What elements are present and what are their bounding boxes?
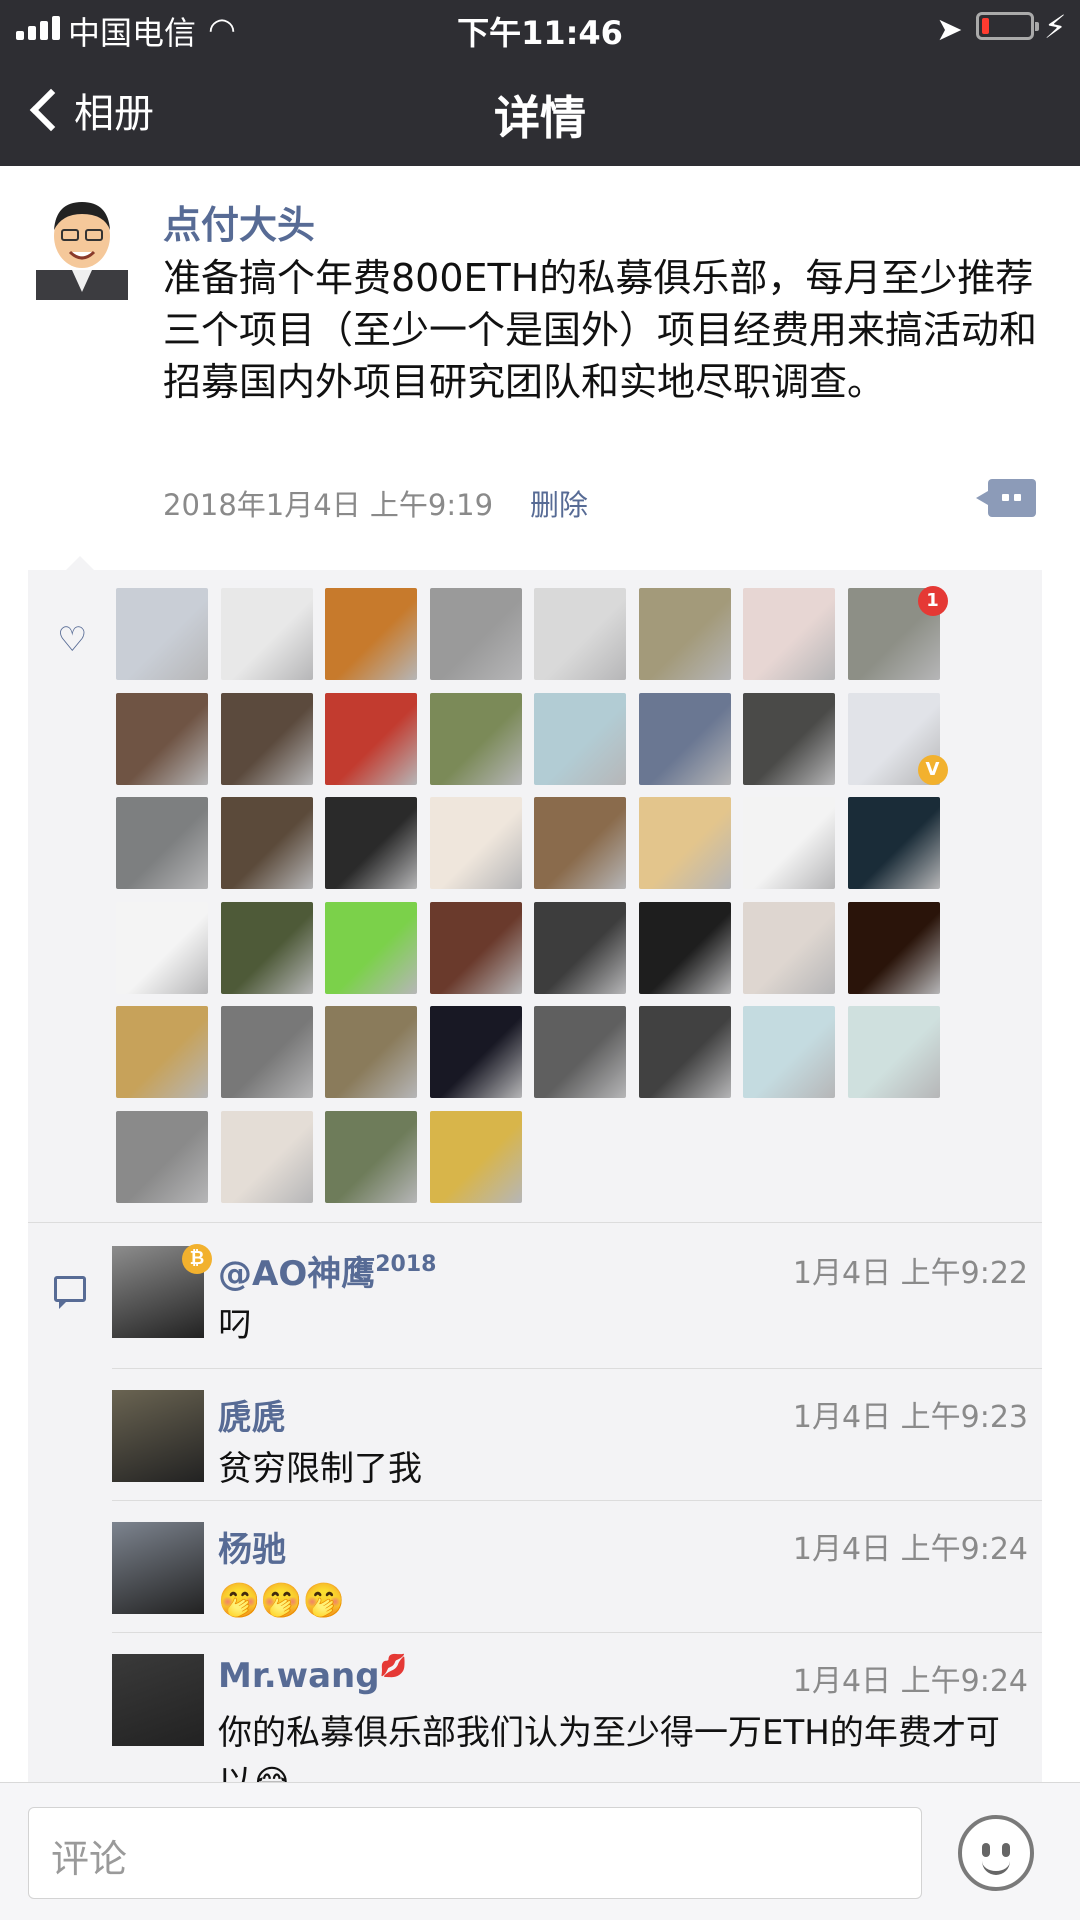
emoji-button[interactable] <box>958 1815 1034 1891</box>
cartoon-kid-avatar[interactable] <box>743 1006 835 1098</box>
heart-icon: ♡ <box>57 620 88 660</box>
conference-avatar[interactable] <box>325 692 417 785</box>
guitar-man-avatar[interactable] <box>116 797 208 889</box>
page-title: 详情 <box>494 91 586 145</box>
commenter-name[interactable]: @AO神鹰2018 <box>218 1246 436 1295</box>
comment-divider <box>112 1500 1042 1501</box>
fruit-seller-avatar[interactable] <box>325 1006 417 1098</box>
more-actions-button[interactable] <box>976 479 1036 517</box>
typography-avatar[interactable] <box>325 797 417 889</box>
likes-comments-panel: ♡ 1 V ₿ @AO神鹰2018 1月4日 上午9:22 叼虒虒 1月4日 上午9:23… <box>28 556 1042 1803</box>
comment-text: 🤭🤭🤭 <box>218 1581 346 1621</box>
battery-icon <box>976 12 1039 40</box>
divider <box>28 1222 1042 1223</box>
bearded-man-avatar[interactable] <box>534 1006 626 1098</box>
top-bar: 中国电信 ◠ 下午11:46 ➤ ⚡ 相册 详情 <box>0 0 1080 166</box>
commenter-name[interactable]: 杨驰 <box>218 1522 286 1571</box>
comment-item[interactable]: ₿ @AO神鹰2018 1月4日 上午9:22 叼 <box>112 1244 1042 1366</box>
man-white-shirt-avatar[interactable] <box>534 588 626 680</box>
author-avatar[interactable] <box>36 192 128 300</box>
wood-texture-avatar[interactable] <box>220 1110 313 1203</box>
author-name[interactable]: 点付大头 <box>163 194 315 249</box>
teddy-bear-avatar[interactable] <box>534 797 626 889</box>
moments-detail-screen: 中国电信 ◠ 下午11:46 ➤ ⚡ 相册 详情 点付大头 准备搞个年费800E… <box>0 0 1080 1920</box>
night-city-avatar[interactable] <box>429 1006 522 1098</box>
cat-avatar[interactable] <box>429 901 522 994</box>
unread-badge: 1 <box>917 586 948 616</box>
man-selfie-avatar[interactable] <box>743 692 835 785</box>
military-vehicle-avatar[interactable] <box>220 901 313 994</box>
qb-wallet-avatar[interactable] <box>847 797 940 889</box>
cartoon-avatar-icon <box>36 202 128 300</box>
commenter-name-text: 杨驰 <box>218 1530 286 1570</box>
girl-avatar[interactable] <box>743 901 835 994</box>
smiley-icon <box>982 1843 990 1857</box>
comment-time: 1月4日 上午9:24 <box>792 1664 1028 1699</box>
man-park-avatar[interactable] <box>325 1110 417 1203</box>
bitcoin-badge-icon: ₿ <box>182 1244 212 1274</box>
crane-logo-avatar[interactable] <box>220 588 313 680</box>
comment-text: 贫穷限制了我 <box>218 1449 422 1489</box>
men-suits-avatar[interactable] <box>220 1006 313 1098</box>
cartoon-man-avatar[interactable] <box>116 901 208 994</box>
man-car-avatar[interactable] <box>116 1110 208 1203</box>
name-suffix: 💋 <box>379 1654 407 1679</box>
delete-button[interactable]: 删除 <box>530 482 588 524</box>
comment-time: 1月4日 上午9:22 <box>792 1256 1028 1291</box>
post-date: 2018年1月4日 上午9:19 <box>163 488 494 522</box>
verified-badge-icon: V <box>917 754 948 785</box>
hulk-silhouette-avatar[interactable] <box>534 901 626 994</box>
vintage-photo-avatar[interactable] <box>638 588 731 680</box>
commenter-name[interactable]: 虒虒 <box>218 1390 286 1439</box>
commenter-name-text: 虒虒 <box>218 1398 286 1438</box>
vendetta-avatar[interactable] <box>638 901 731 994</box>
comment-item[interactable]: Mr.wang💋 1月4日 上午9:24 你的私募俱乐部我们认为至少得一万ETH的年… <box>112 1654 1042 1803</box>
man-portrait-avatar[interactable] <box>429 588 522 680</box>
man-cap-avatar[interactable] <box>638 1006 731 1098</box>
snail-cartoon-avatar[interactable] <box>325 901 417 994</box>
fire-avatar[interactable] <box>847 901 940 994</box>
buddha-avatar[interactable] <box>429 797 522 889</box>
commenter-avatar[interactable] <box>112 1654 204 1746</box>
woman-portrait-avatar[interactable] <box>743 588 835 680</box>
charging-bolt-icon: ⚡ <box>1044 8 1067 46</box>
comment-item[interactable]: 杨驰 1月4日 上午9:24 🤭🤭🤭 <box>112 1522 1042 1642</box>
comment-text: 叼 <box>218 1305 252 1345</box>
comment-placeholder: 评论 <box>51 1837 128 1881</box>
saudi-avatar[interactable] <box>429 1110 522 1203</box>
commenter-name[interactable]: Mr.wang💋 <box>218 1654 407 1696</box>
beach-avatar[interactable] <box>534 692 626 785</box>
white-car-avatar[interactable] <box>116 588 208 680</box>
commenter-avatar[interactable] <box>112 1522 204 1614</box>
comment-icon <box>54 1276 86 1309</box>
candy-avatar[interactable] <box>116 1006 208 1098</box>
commenter-name-text: Mr.wang <box>218 1656 380 1696</box>
group-meeting-avatar[interactable] <box>220 692 313 785</box>
comment-divider <box>112 1368 1042 1369</box>
comment-input[interactable]: 评论 <box>28 1807 922 1899</box>
comment-item[interactable]: 虒虒 1月4日 上午9:23 贫穷限制了我 <box>112 1390 1042 1510</box>
comment-divider <box>112 1632 1042 1633</box>
commenter-name-text: @AO神鹰 <box>218 1254 376 1294</box>
tree-lane-avatar[interactable] <box>429 692 522 785</box>
starfish-avatar[interactable] <box>847 1006 940 1098</box>
comment-time: 1月4日 上午9:24 <box>792 1532 1028 1567</box>
comment-time: 1月4日 上午9:23 <box>792 1400 1028 1435</box>
post-text: 准备搞个年费800ETH的私募俱乐部，每月至少推荐三个项目（至少一个是国外）项目… <box>163 256 1038 404</box>
calligraphy-avatar[interactable] <box>743 797 835 889</box>
man-laptop-avatar[interactable] <box>220 797 313 889</box>
commenter-avatar[interactable] <box>112 1390 204 1482</box>
young-man-avatar[interactable] <box>638 797 731 889</box>
sunset-avatar[interactable] <box>325 588 417 680</box>
nav-bar: 相册 详情 <box>0 54 1080 166</box>
status-bar: 中国电信 ◠ 下午11:46 ➤ ⚡ <box>0 0 1080 54</box>
name-suffix: 2018 <box>375 1252 437 1277</box>
woman-short-hair-avatar[interactable] <box>116 692 208 785</box>
comment-input-bar: 评论 <box>0 1782 1080 1920</box>
couple-avatar[interactable] <box>638 692 731 785</box>
clock: 下午11:46 <box>457 14 623 52</box>
location-arrow-icon: ➤ <box>936 10 963 48</box>
